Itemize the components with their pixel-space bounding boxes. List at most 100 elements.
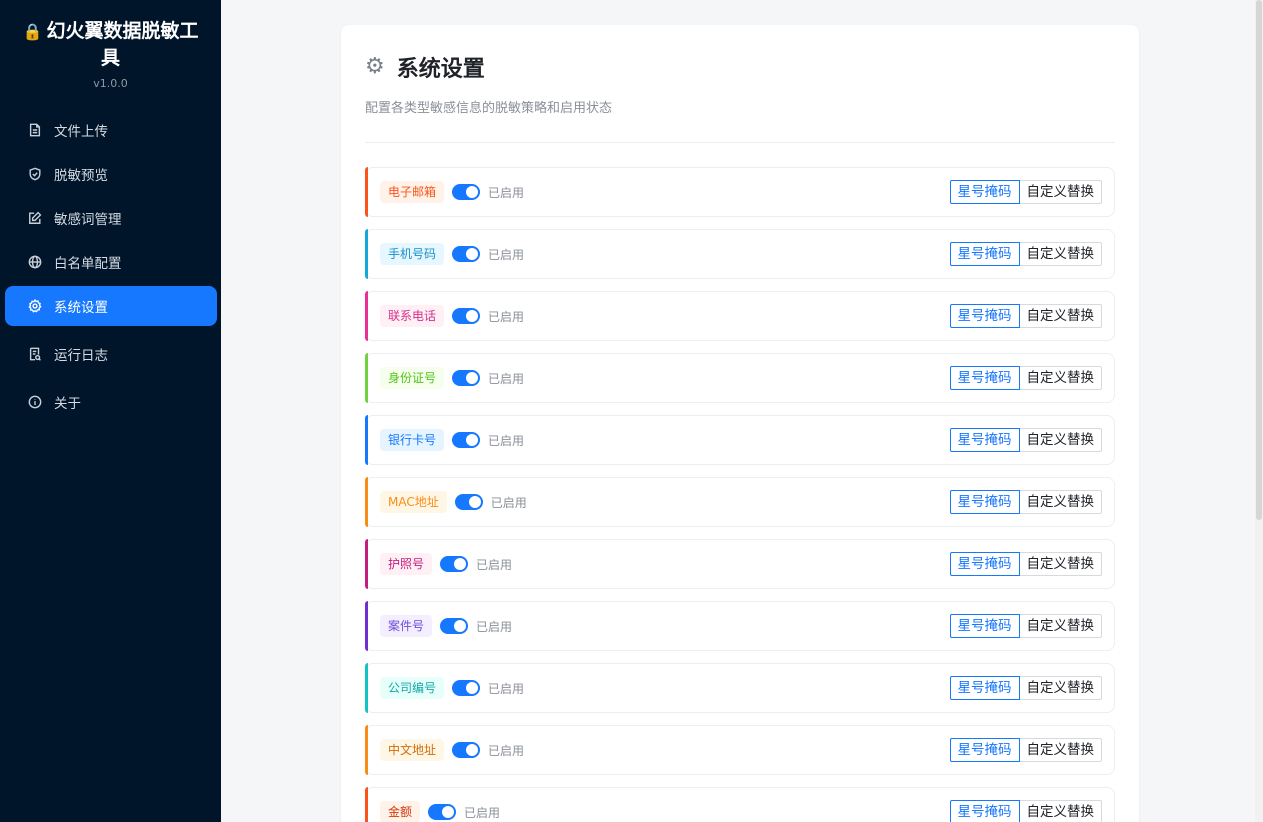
accent-bar — [365, 601, 368, 651]
toggle-knob — [442, 806, 455, 818]
sidebar-item-whitelist[interactable]: 白名单配置 — [5, 242, 217, 282]
status-text: 已启用 — [488, 433, 525, 448]
enable-toggle[interactable] — [440, 556, 469, 572]
enable-toggle[interactable] — [452, 184, 481, 200]
accent-bar — [365, 725, 368, 775]
sidebar-item-preview[interactable]: 脱敏预览 — [5, 154, 217, 194]
strategy-group: 星号掩码 自定义替换 — [949, 614, 1102, 638]
accent-bar — [365, 539, 368, 589]
custom-replace-button[interactable]: 自定义替换 — [1019, 180, 1102, 204]
rule-list: 电子邮箱 已启用 星号掩码 自定义替换 手机号码 已启用 星号掩码 自定义替换 联系电话 已启用星… — [365, 167, 1115, 822]
sidebar-item-file-upload[interactable]: 文件上传 — [5, 110, 217, 150]
strategy-group: 星号掩码 自定义替换 — [949, 738, 1102, 762]
page-title: 系统设置 — [396, 57, 485, 82]
page-description: 配置各类型敏感信息的脱敏策略和启用状态 — [365, 101, 613, 116]
custom-replace-button[interactable]: 自定义替换 — [1019, 242, 1102, 266]
rule-type-tag: 案件号 — [380, 615, 433, 637]
mask-button[interactable]: 星号掩码 — [949, 304, 1020, 328]
rule-row: 金额 已启用 星号掩码 自定义替换 — [365, 787, 1115, 822]
accent-bar — [365, 415, 368, 465]
accent-bar — [365, 477, 368, 527]
rule-row: MAC地址 已启用 星号掩码 自定义替换 — [365, 477, 1115, 527]
rule-type-tag: 手机号码 — [380, 243, 445, 265]
gear-icon: ⚙ — [365, 54, 385, 79]
custom-replace-button[interactable]: 自定义替换 — [1019, 738, 1102, 762]
enable-toggle[interactable] — [428, 804, 457, 820]
globe-icon — [27, 254, 43, 270]
custom-replace-button[interactable]: 自定义替换 — [1019, 366, 1102, 390]
mask-button[interactable]: 星号掩码 — [949, 180, 1020, 204]
sidebar-item-label: 运行日志 — [54, 348, 108, 364]
lock-icon: 🔒 — [22, 22, 43, 41]
accent-bar — [365, 229, 368, 279]
custom-replace-button[interactable]: 自定义替换 — [1019, 428, 1102, 452]
sidebar-nav: 文件上传 脱敏预览 敏感词管理 白名单配置 系统设置 运行日志 关于 — [0, 110, 221, 422]
enable-toggle[interactable] — [452, 432, 481, 448]
custom-replace-button[interactable]: 自定义替换 — [1019, 490, 1102, 514]
log-icon — [27, 346, 43, 362]
accent-bar — [365, 787, 368, 822]
shield-icon — [27, 166, 43, 182]
toggle-knob — [454, 620, 467, 632]
toggle-knob — [466, 248, 479, 260]
sidebar-item-label: 文件上传 — [54, 124, 108, 140]
custom-replace-button[interactable]: 自定义替换 — [1019, 676, 1102, 700]
enable-toggle[interactable] — [454, 494, 483, 510]
rule-type-tag: 公司编号 — [380, 677, 445, 699]
sidebar-item-sensitive-words[interactable]: 敏感词管理 — [5, 198, 217, 238]
enable-toggle[interactable] — [452, 742, 481, 758]
strategy-group: 星号掩码 自定义替换 — [949, 366, 1102, 390]
mask-button[interactable]: 星号掩码 — [949, 738, 1020, 762]
rule-type-tag: 电子邮箱 — [380, 181, 445, 203]
settings-card: ⚙ 系统设置 配置各类型敏感信息的脱敏策略和启用状态 电子邮箱 已启用 星号掩码 自定… — [341, 25, 1139, 822]
mask-button[interactable]: 星号掩码 — [949, 800, 1020, 822]
sidebar-item-logs[interactable]: 运行日志 — [5, 334, 217, 374]
mask-button[interactable]: 星号掩码 — [949, 552, 1020, 576]
mask-button[interactable]: 星号掩码 — [949, 490, 1020, 514]
app-version: v1.0.0 — [93, 77, 128, 90]
mask-button[interactable]: 星号掩码 — [949, 242, 1020, 266]
mask-button[interactable]: 星号掩码 — [949, 428, 1020, 452]
sidebar: 🔒 幻火翼数据脱敏工具 v1.0.0 文件上传 脱敏预览 敏感词管理 白名单配置 … — [0, 0, 221, 822]
edit-icon — [27, 210, 43, 226]
rule-row: 护照号 已启用 星号掩码 自定义替换 — [365, 539, 1115, 589]
info-icon — [27, 394, 43, 410]
custom-replace-button[interactable]: 自定义替换 — [1019, 614, 1102, 638]
strategy-group: 星号掩码 自定义替换 — [949, 428, 1102, 452]
enable-toggle[interactable] — [452, 370, 481, 386]
mask-button[interactable]: 星号掩码 — [949, 366, 1020, 390]
divider — [365, 142, 1115, 143]
rule-type-tag: 银行卡号 — [380, 429, 445, 451]
sidebar-item-about[interactable]: 关于 — [5, 382, 217, 422]
status-text: 已启用 — [488, 309, 525, 324]
toggle-knob — [466, 186, 479, 198]
toggle-knob — [466, 310, 479, 322]
sidebar-item-label: 脱敏预览 — [54, 168, 108, 184]
toggle-knob — [466, 434, 479, 446]
status-text: 已启用 — [488, 247, 525, 262]
accent-bar — [365, 291, 368, 341]
toggle-knob — [466, 682, 479, 694]
enable-toggle[interactable] — [452, 308, 481, 324]
app-title-text: 幻火翼数据脱敏工具 — [46, 20, 199, 69]
mask-button[interactable]: 星号掩码 — [949, 676, 1020, 700]
enable-toggle[interactable] — [440, 618, 469, 634]
rule-row: 身份证号 已启用 星号掩码 自定义替换 — [365, 353, 1115, 403]
status-text: 已启用 — [464, 805, 501, 820]
custom-replace-button[interactable]: 自定义替换 — [1019, 800, 1102, 822]
enable-toggle[interactable] — [452, 246, 481, 262]
gear-icon — [27, 298, 43, 314]
rule-row: 手机号码 已启用 星号掩码 自定义替换 — [365, 229, 1115, 279]
card-header: ⚙ 系统设置 — [365, 25, 1115, 83]
scrollbar[interactable] — [1255, 0, 1263, 822]
enable-toggle[interactable] — [452, 680, 481, 696]
scrollbar-thumb[interactable] — [1256, 0, 1262, 520]
rule-row: 中文地址 已启用 星号掩码 自定义替换 — [365, 725, 1115, 775]
sidebar-item-settings[interactable]: 系统设置 — [5, 286, 217, 326]
custom-replace-button[interactable]: 自定义替换 — [1019, 304, 1102, 328]
mask-button[interactable]: 星号掩码 — [949, 614, 1020, 638]
custom-replace-button[interactable]: 自定义替换 — [1019, 552, 1102, 576]
toggle-knob — [468, 496, 481, 508]
rule-row: 电子邮箱 已启用 星号掩码 自定义替换 — [365, 167, 1115, 217]
status-text: 已启用 — [490, 495, 527, 510]
